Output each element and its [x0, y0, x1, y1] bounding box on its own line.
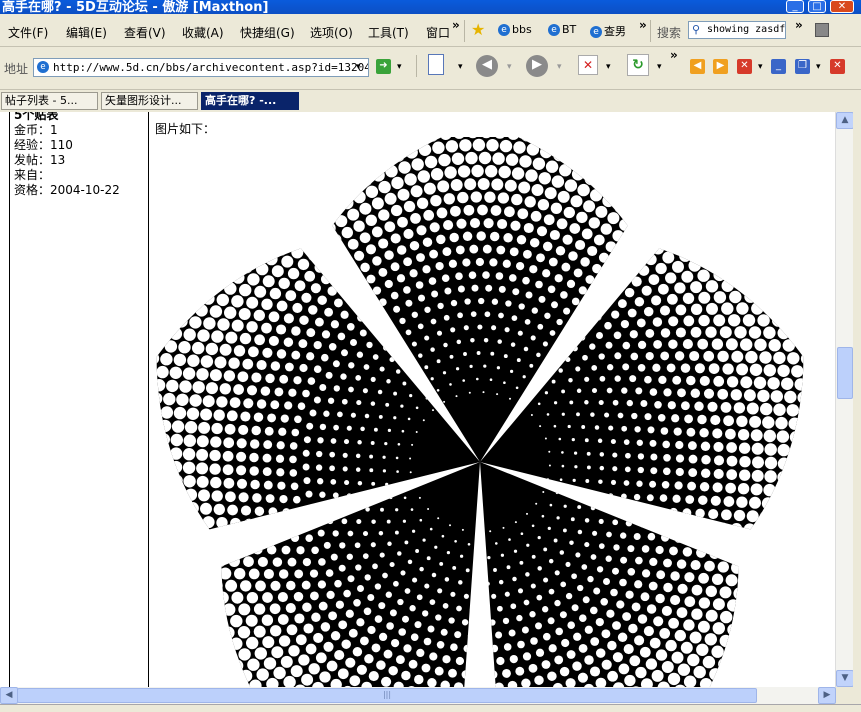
page-content: 5个贴表 金币：1 经验：110 发帖：13 来自： 资格：2004-10-22… — [0, 112, 835, 687]
menu-edit[interactable]: 编辑(E) — [66, 24, 107, 41]
close-window-button[interactable]: ✕ — [830, 0, 854, 13]
toolbar-separator — [464, 20, 465, 42]
address-toolbar: 地址 e http://www.5d.cn/bbs/archivecontent… — [0, 47, 861, 90]
toolbar-separator — [650, 20, 651, 42]
user-info-column: 5个贴表 金币：1 经验：110 发帖：13 来自： 资格：2004-10-22 — [9, 112, 149, 687]
scroll-up-icon[interactable]: ▲ — [836, 112, 854, 129]
restore-tab-icon[interactable]: ❐ — [795, 59, 810, 74]
search-input-value: showing zasdf — [707, 24, 785, 35]
search-label: 搜索 — [657, 24, 681, 41]
window-title: 高手在哪? - 5D互动论坛 - 傲游 [Maxthon] — [2, 0, 268, 14]
star-icon[interactable]: ★ — [471, 20, 485, 39]
menu-options[interactable]: 选项(O) — [310, 24, 353, 41]
menu-window[interactable]: 窗口 — [426, 24, 450, 41]
address-dropdown-arrow[interactable]: ▾ — [356, 62, 361, 72]
toolbar-separator — [416, 55, 417, 77]
refresh-icon[interactable]: ↻ — [627, 54, 649, 76]
ie-icon: e — [548, 24, 560, 36]
magnifier-icon: ⚲ — [692, 22, 700, 38]
address-label: 地址 — [4, 60, 28, 77]
menu-view[interactable]: 查看(V) — [124, 24, 166, 41]
link-search-men[interactable]: e查男 — [590, 23, 626, 39]
new-page-dropdown-arrow[interactable]: ▾ — [458, 62, 463, 72]
menu-overflow-chevron[interactable]: » — [452, 18, 460, 32]
scroll-left-icon[interactable]: ◀ — [0, 687, 18, 704]
page-icon: e — [37, 61, 49, 73]
link-search-men-label: 查男 — [604, 25, 626, 38]
menu-tools[interactable]: 工具(T) — [368, 24, 409, 41]
minimize-button[interactable]: _ — [786, 0, 804, 13]
menu-file[interactable]: 文件(F) — [8, 24, 48, 41]
close-all-icon[interactable]: ✕ — [830, 59, 845, 74]
minimize-tab-icon[interactable]: _ — [771, 59, 786, 74]
search-overflow-chevron[interactable]: » — [795, 18, 803, 32]
prev-tab-icon[interactable]: ◀ — [690, 59, 705, 74]
link-bbs-label: bbs — [512, 23, 532, 36]
links-overflow-chevron[interactable]: » — [639, 18, 647, 32]
stop-dropdown-arrow[interactable]: ▾ — [606, 62, 611, 72]
vertical-scroll-thumb[interactable] — [837, 347, 853, 399]
horizontal-scrollbar[interactable]: ◀ ||| ▶ — [0, 687, 835, 704]
scroll-down-icon[interactable]: ▼ — [836, 670, 854, 687]
vertical-scrollbar[interactable]: ▲ ▼ — [835, 112, 854, 687]
halftone-flower-image — [155, 137, 815, 687]
horizontal-scroll-thumb[interactable]: ||| — [17, 688, 757, 703]
close-tab-dropdown-arrow[interactable]: ▾ — [758, 62, 763, 72]
link-bbs[interactable]: ebbs — [498, 23, 532, 36]
menu-favorites[interactable]: 收藏(A) — [182, 24, 224, 41]
go-dropdown-arrow[interactable]: ▾ — [397, 62, 402, 72]
panel-icon[interactable] — [815, 23, 829, 37]
next-tab-icon[interactable]: ▶ — [713, 59, 728, 74]
ie-icon: e — [498, 24, 510, 36]
refresh-dropdown-arrow[interactable]: ▾ — [657, 62, 662, 72]
nav-overflow-chevron[interactable]: » — [670, 48, 678, 62]
scroll-right-icon[interactable]: ▶ — [818, 687, 836, 704]
go-arrow-icon[interactable]: ➜ — [376, 59, 391, 74]
tab-current-post[interactable]: 高手在哪? -... — [201, 92, 299, 110]
ie-icon: e — [590, 26, 602, 38]
back-dropdown-arrow[interactable]: ▾ — [507, 62, 512, 72]
forward-dropdown-arrow[interactable]: ▾ — [557, 62, 562, 72]
back-icon[interactable]: ◀ — [476, 55, 498, 77]
post-caption: 图片如下： — [155, 120, 215, 137]
restore-dropdown-arrow[interactable]: ▾ — [816, 62, 821, 72]
tab-post-list[interactable]: 帖子列表 - 5... — [1, 92, 98, 110]
title-bar: 高手在哪? - 5D互动论坛 - 傲游 [Maxthon] _ □ ✕ — [0, 0, 861, 14]
link-bt-label: BT — [562, 23, 576, 36]
maximize-button[interactable]: □ — [808, 0, 826, 13]
address-input[interactable]: e http://www.5d.cn/bbs/archivecontent.as… — [33, 58, 369, 77]
tab-vector-design[interactable]: 矢量图形设计... — [101, 92, 198, 110]
new-page-icon[interactable] — [428, 54, 444, 75]
menu-groups[interactable]: 快捷组(G) — [240, 24, 295, 41]
forward-icon[interactable]: ▶ — [526, 55, 548, 77]
window-frame-right — [853, 112, 861, 704]
address-url: http://www.5d.cn/bbs/archivecontent.asp?… — [53, 61, 369, 74]
link-bt[interactable]: eBT — [548, 23, 576, 36]
user-join-date: 资格：2004-10-22 — [14, 181, 120, 198]
close-tab-icon[interactable]: ✕ — [737, 59, 752, 74]
tab-bar: 帖子列表 - 5... 矢量图形设计... 高手在哪? -... — [0, 90, 861, 113]
stop-icon[interactable]: ✕ — [578, 55, 598, 75]
search-input[interactable]: ⚲ showing zasdf — [688, 21, 786, 39]
